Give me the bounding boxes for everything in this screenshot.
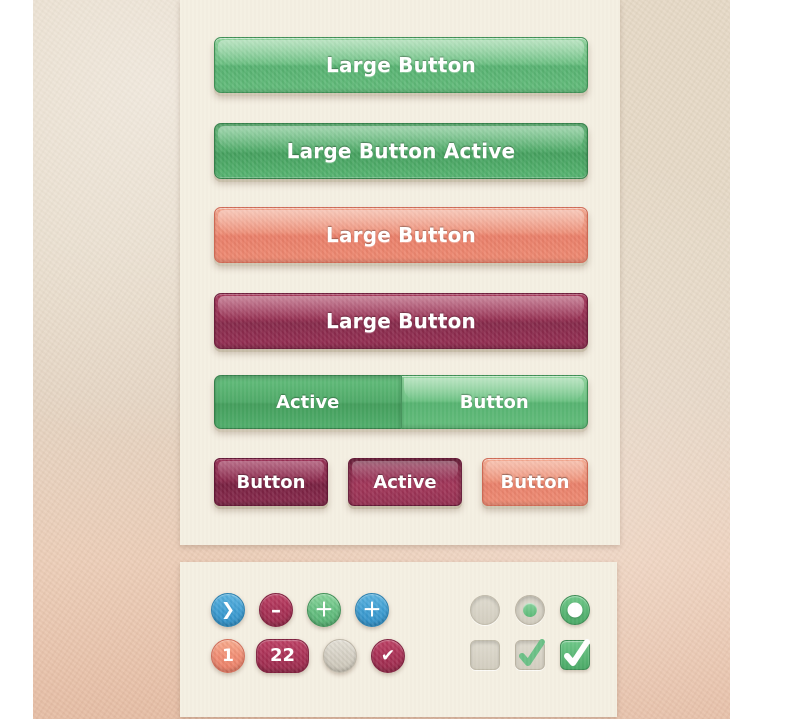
small-button-maroon-active[interactable]: Active <box>348 458 462 506</box>
radio-partial-icon[interactable] <box>515 595 545 625</box>
count-badge-one[interactable]: 1 <box>211 639 245 673</box>
radio-checked-icon[interactable] <box>560 595 590 625</box>
radio-unchecked-icon[interactable] <box>470 595 500 625</box>
segment-button-label: Button <box>459 391 529 413</box>
checkmark-icon <box>564 639 590 666</box>
checkbox-unchecked-icon[interactable] <box>470 640 500 670</box>
small-button-maroon[interactable]: Button <box>214 458 328 506</box>
large-button-green-active-label: Large Button Active <box>286 139 516 163</box>
radio-inner-dot <box>523 603 537 617</box>
small-button-maroon-active-label: Active <box>373 471 437 493</box>
large-button-salmon[interactable]: Large Button <box>214 207 588 263</box>
large-button-maroon[interactable]: Large Button <box>214 293 588 349</box>
minus-icon[interactable]: – <box>259 593 293 627</box>
small-button-maroon-label: Button <box>236 471 306 493</box>
count-badge-twentytwo[interactable]: 22 <box>256 639 309 673</box>
large-button-green[interactable]: Large Button <box>214 37 588 93</box>
chevron-right-icon[interactable]: ❯ <box>211 593 245 627</box>
segment-button[interactable]: Button <box>400 375 588 429</box>
ui-kit-screenshot: Large Button Large Button Active Large B… <box>0 0 800 719</box>
small-button-row: Button Active Button <box>214 458 588 510</box>
large-button-salmon-label: Large Button <box>326 223 476 247</box>
checkmark-icon <box>519 639 545 666</box>
controls-panel: ❯ – ＋ ＋ 1 22 ✔ <box>180 562 617 717</box>
check-icon-badge[interactable]: ✔ <box>371 639 405 673</box>
small-button-salmon[interactable]: Button <box>482 458 588 506</box>
large-button-green-label: Large Button <box>326 53 476 77</box>
large-button-maroon-label: Large Button <box>326 309 476 333</box>
empty-badge[interactable] <box>323 639 357 673</box>
checkbox-hover-icon[interactable] <box>515 639 545 670</box>
buttons-panel: Large Button Large Button Active Large B… <box>180 0 620 545</box>
segmented-button-group: Active Button <box>214 375 588 429</box>
plus-icon-green[interactable]: ＋ <box>307 593 341 627</box>
plus-icon-blue[interactable]: ＋ <box>355 593 389 627</box>
radio-inner-dot <box>567 602 583 618</box>
small-button-salmon-label: Button <box>500 471 570 493</box>
segment-active-label: Active <box>276 391 340 413</box>
segment-active[interactable]: Active <box>214 375 401 429</box>
checkbox-checked-icon[interactable] <box>560 639 590 670</box>
large-button-green-active[interactable]: Large Button Active <box>214 123 588 179</box>
